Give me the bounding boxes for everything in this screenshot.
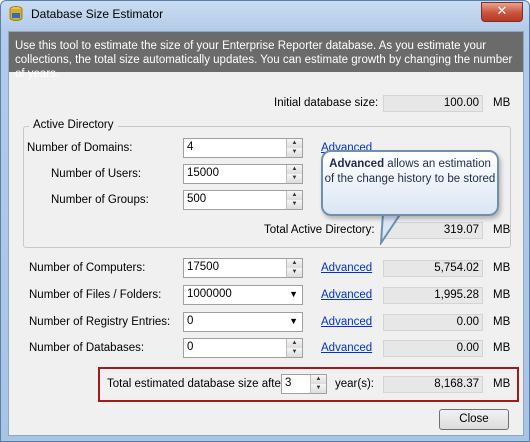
databases-size-value: 0.00 xyxy=(383,340,483,357)
registry-dropdown[interactable]: 0 ▼ xyxy=(183,312,303,332)
users-stepper[interactable]: 15000 ▲ ▼ xyxy=(183,164,303,184)
active-directory-title: Active Directory xyxy=(29,119,118,131)
domains-label: Number of Domains: xyxy=(27,142,133,154)
groups-down-icon[interactable]: ▼ xyxy=(287,200,302,209)
database-icon xyxy=(9,6,23,21)
files-label: Number of Files / Folders: xyxy=(29,289,162,301)
files-chevron-down-icon[interactable]: ▼ xyxy=(289,289,298,299)
databases-advanced-link[interactable]: Advanced xyxy=(321,342,372,354)
years-stepper[interactable]: 3 ▲ ▼ xyxy=(281,374,327,394)
groups-label: Number of Groups: xyxy=(51,194,149,206)
dialog-body: Use this tool to estimate the size of yo… xyxy=(8,31,524,436)
files-size-value: 1,995.28 xyxy=(383,287,483,304)
initial-size-value: 100.00 xyxy=(383,95,483,112)
total-ad-unit: MB xyxy=(493,224,511,236)
files-value: 1000000 xyxy=(187,288,232,300)
window-title: Database Size Estimator xyxy=(31,7,164,21)
databases-size-unit: MB xyxy=(493,342,511,354)
registry-value: 0 xyxy=(187,315,194,327)
users-down-icon[interactable]: ▼ xyxy=(287,174,302,183)
domains-down-icon[interactable]: ▼ xyxy=(287,148,302,157)
users-value: 15000 xyxy=(187,167,219,179)
databases-label: Number of Databases: xyxy=(29,342,145,354)
computers-value: 17500 xyxy=(187,261,219,273)
users-label: Number of Users: xyxy=(51,168,142,180)
computers-label: Number of Computers: xyxy=(29,262,146,274)
total-size-unit: MB xyxy=(493,378,511,390)
years-value: 3 xyxy=(285,377,292,389)
estimator-window: Database Size Estimator ✕ Use this tool … xyxy=(0,0,530,442)
registry-chevron-down-icon[interactable]: ▼ xyxy=(289,316,298,326)
initial-size-unit: MB xyxy=(493,97,511,109)
computers-down-icon[interactable]: ▼ xyxy=(287,268,302,277)
callout-bold-text: Advanced xyxy=(329,158,385,170)
files-size-unit: MB xyxy=(493,289,511,301)
computers-stepper[interactable]: 17500 ▲ ▼ xyxy=(183,258,303,278)
registry-label: Number of Registry Entries: xyxy=(29,316,171,328)
files-dropdown[interactable]: 1000000 ▼ xyxy=(183,285,303,305)
groups-value: 500 xyxy=(187,193,207,205)
domains-value: 4 xyxy=(187,141,194,153)
groups-stepper[interactable]: 500 ▲ ▼ xyxy=(183,190,303,210)
registry-advanced-link[interactable]: Advanced xyxy=(321,316,372,328)
registry-size-value: 0.00 xyxy=(383,314,483,331)
databases-stepper[interactable]: 0 ▲ ▼ xyxy=(183,338,303,358)
computers-advanced-link[interactable]: Advanced xyxy=(321,262,372,274)
total-ad-label: Total Active Directory: xyxy=(264,224,375,236)
registry-size-unit: MB xyxy=(493,316,511,328)
domains-stepper[interactable]: 4 ▲ ▼ xyxy=(183,138,303,158)
advanced-callout: Advanced allows an estimation of the cha… xyxy=(321,150,499,216)
total-size-value: 8,168.37 xyxy=(383,376,483,393)
callout-pointer xyxy=(379,213,403,245)
initial-size-label: Initial database size: xyxy=(274,97,379,109)
computers-size-unit: MB xyxy=(493,262,511,274)
years-label: year(s): xyxy=(335,378,374,390)
total-label: Total estimated database size after xyxy=(107,378,285,390)
description-banner: Use this tool to estimate the size of yo… xyxy=(9,32,523,80)
databases-down-icon[interactable]: ▼ xyxy=(287,348,302,357)
files-advanced-link[interactable]: Advanced xyxy=(321,289,372,301)
window-close-button[interactable]: ✕ xyxy=(481,2,523,22)
close-button[interactable]: Close xyxy=(439,409,509,430)
title-bar[interactable]: Database Size Estimator ✕ xyxy=(1,1,529,27)
years-down-icon[interactable]: ▼ xyxy=(311,384,326,393)
computers-size-value: 5,754.02 xyxy=(383,260,483,277)
databases-value: 0 xyxy=(187,341,194,353)
